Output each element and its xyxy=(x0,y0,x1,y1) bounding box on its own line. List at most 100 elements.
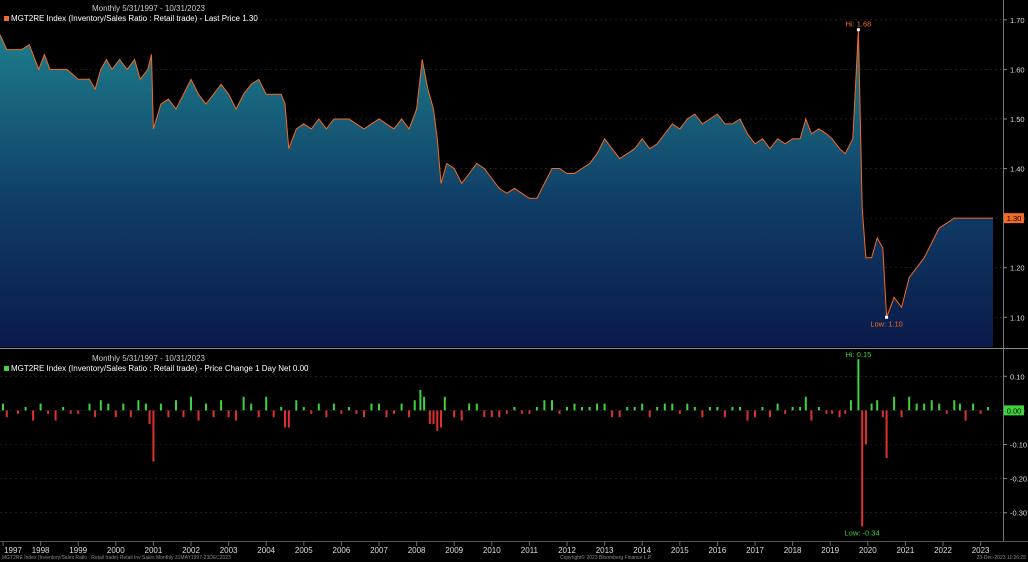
change-bar xyxy=(355,410,358,414)
change-bar xyxy=(363,410,365,418)
change-bar xyxy=(844,410,847,414)
change-bar xyxy=(413,400,416,411)
change-bar xyxy=(250,403,253,411)
change-bar xyxy=(831,410,834,414)
top-legend-header: Monthly 5/31/1997 - 10/31/2023 xyxy=(92,4,205,13)
change-bar xyxy=(520,410,523,414)
x-tick-label: 2018 xyxy=(784,546,802,555)
change-bar xyxy=(483,410,486,418)
change-bar xyxy=(810,410,813,421)
change-bar xyxy=(596,403,599,411)
top-tick-label: 1.60 xyxy=(1010,65,1025,74)
change-bar xyxy=(332,403,335,411)
change-bar xyxy=(979,410,982,414)
top-low-label: Low: 1.10 xyxy=(870,319,903,328)
change-bar xyxy=(693,407,696,411)
change-bar xyxy=(893,396,896,411)
x-tick-label: 2021 xyxy=(896,546,914,555)
change-bar xyxy=(972,403,975,411)
change-bar xyxy=(385,410,388,418)
change-bar xyxy=(220,400,223,411)
change-bar xyxy=(641,403,644,411)
change-bar xyxy=(671,403,674,411)
change-bar xyxy=(167,410,170,418)
footer-copyright: Copyright© 2023 Bloomberg Finance L.P. xyxy=(560,555,652,561)
change-bar xyxy=(535,407,538,411)
change-bar xyxy=(769,410,771,418)
change-bar xyxy=(287,410,290,428)
change-bar xyxy=(776,403,779,411)
change-bar xyxy=(94,410,97,418)
bottom-tick-label: -0.10 xyxy=(1010,441,1027,450)
change-bar xyxy=(566,407,568,411)
change-bar xyxy=(295,400,298,411)
change-bar xyxy=(428,410,431,424)
bottom-legend-series: MGT2RE Index (Inventory/Sales Ratio : Re… xyxy=(4,364,308,374)
change-bar xyxy=(930,400,933,411)
top-tick-label: 1.20 xyxy=(1010,264,1025,273)
change-bar xyxy=(272,410,275,418)
change-bar xyxy=(159,403,162,411)
x-tick-label: 2013 xyxy=(596,546,614,555)
change-bar xyxy=(626,407,629,411)
change-bar xyxy=(945,410,948,414)
change-bar xyxy=(784,410,787,414)
change-bar xyxy=(588,407,591,411)
change-bar xyxy=(114,410,117,418)
change-bar xyxy=(686,403,689,411)
change-bar xyxy=(460,410,463,421)
bottom-tick-label: 0.10 xyxy=(1010,372,1025,381)
change-bar xyxy=(498,410,501,418)
change-bar xyxy=(468,403,471,411)
change-bar xyxy=(378,403,380,411)
x-tick-label: 2011 xyxy=(521,546,539,555)
change-bar xyxy=(953,400,956,411)
change-bar xyxy=(370,403,373,411)
x-tick-label: 2005 xyxy=(295,546,313,555)
chart-canvas: 1.10 1.20 1.30 1.40 1.50 1.60 1.70 0.10 0.00 -0.… xyxy=(0,0,1028,555)
green-square-icon xyxy=(4,366,9,372)
x-tick-label: 2000 xyxy=(107,546,125,555)
change-bar xyxy=(443,396,446,411)
change-bar xyxy=(39,403,42,411)
change-bar xyxy=(182,410,185,418)
change-bar xyxy=(885,410,888,459)
change-bar xyxy=(400,403,403,411)
change-bar xyxy=(551,400,553,411)
change-bar xyxy=(505,410,508,414)
change-bar xyxy=(490,410,493,418)
change-bar xyxy=(663,403,666,411)
top-y-axis: 1.10 1.20 1.30 1.40 1.50 1.60 1.70 xyxy=(1003,16,1025,322)
change-bar xyxy=(603,403,606,411)
change-bar xyxy=(861,410,864,527)
change-bar xyxy=(284,410,286,428)
change-bar xyxy=(900,410,903,418)
top-hi-label: Hi: 1.68 xyxy=(845,20,871,29)
change-bar xyxy=(739,407,741,411)
change-bar xyxy=(876,400,879,411)
change-bar xyxy=(656,407,659,411)
bottom-tick-label: -0.20 xyxy=(1010,475,1027,484)
change-bar xyxy=(838,410,841,418)
change-bar xyxy=(393,410,395,414)
change-bar xyxy=(648,410,651,418)
change-bar xyxy=(197,410,200,421)
bottom-hi-label: Hi: 0.15 xyxy=(845,350,871,359)
change-bar xyxy=(857,359,860,411)
change-bar xyxy=(633,407,636,411)
change-bar xyxy=(453,410,456,418)
change-bar xyxy=(280,407,283,411)
change-bar xyxy=(212,410,215,418)
change-bar xyxy=(908,396,911,411)
top-tick-label: 1.40 xyxy=(1010,165,1025,174)
x-tick-label: 2019 xyxy=(821,546,839,555)
change-bar xyxy=(678,410,681,414)
change-bar xyxy=(265,396,268,411)
x-tick-label: 2010 xyxy=(483,546,501,555)
change-bar xyxy=(32,410,35,421)
change-bar xyxy=(723,410,726,418)
bloomberg-chart: 1.10 1.20 1.30 1.40 1.50 1.60 1.70 0.10 0.00 -0.… xyxy=(0,0,1028,562)
change-bar xyxy=(799,407,802,411)
change-bar xyxy=(205,403,207,411)
top-tick-label: 1.70 xyxy=(1010,16,1025,25)
